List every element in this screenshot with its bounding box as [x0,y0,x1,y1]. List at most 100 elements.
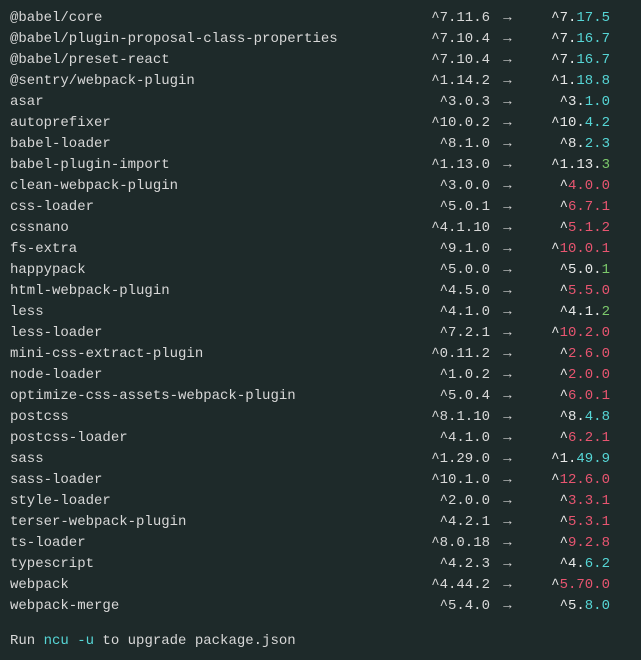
package-row: optimize-css-assets-webpack-plugin^5.0.4… [10,386,631,407]
package-name: mini-css-extract-plugin [10,344,405,365]
new-version-prefix: ^ [560,367,568,383]
new-version-suffix: 8.0 [585,598,610,614]
new-version-suffix: 17.5 [576,10,610,26]
package-row: less^4.1.0→^4.1.2 [10,302,631,323]
footer-cmd: ncu -u [44,633,94,649]
new-version-prefix: ^8. [560,136,585,152]
current-version: ^5.4.0 [405,596,490,617]
arrow-icon: → [490,470,525,491]
new-version: ^3.3.1 [525,491,610,512]
arrow-icon: → [490,281,525,302]
package-name: @sentry/webpack-plugin [10,71,405,92]
package-row: mini-css-extract-plugin^0.11.2→^2.6.0 [10,344,631,365]
package-name: typescript [10,554,405,575]
new-version-suffix: 16.7 [576,31,610,47]
package-name: postcss-loader [10,428,405,449]
new-version-prefix: ^7. [551,52,576,68]
current-version: ^10.1.0 [405,470,490,491]
package-row: babel-loader^8.1.0→^8.2.3 [10,134,631,155]
package-row: postcss-loader^4.1.0→^6.2.1 [10,428,631,449]
new-version: ^7.17.5 [525,8,610,29]
package-row: asar^3.0.3→^3.1.0 [10,92,631,113]
new-version-suffix: 6.2.1 [568,430,610,446]
new-version-suffix: 2.3 [585,136,610,152]
package-row: ts-loader^8.0.18→^9.2.8 [10,533,631,554]
arrow-icon: → [490,554,525,575]
new-version: ^6.2.1 [525,428,610,449]
package-row: css-loader^5.0.1→^6.7.1 [10,197,631,218]
new-version-suffix: 2.0.0 [568,367,610,383]
arrow-icon: → [490,29,525,50]
footer-pre: Run [10,633,44,649]
new-version-prefix: ^ [560,178,568,194]
package-row: terser-webpack-plugin^4.2.1→^5.3.1 [10,512,631,533]
new-version-suffix: 2.6.0 [568,346,610,362]
package-name: autoprefixer [10,113,405,134]
current-version: ^4.44.2 [405,575,490,596]
package-name: fs-extra [10,239,405,260]
new-version: ^8.2.3 [525,134,610,155]
new-version-suffix: 5.70.0 [560,577,610,593]
new-version-prefix: ^7. [551,31,576,47]
package-row: webpack^4.44.2→^5.70.0 [10,575,631,596]
arrow-icon: → [490,176,525,197]
new-version-suffix: 1 [602,262,610,278]
arrow-icon: → [490,218,525,239]
new-version: ^10.2.0 [525,323,610,344]
new-version: ^7.16.7 [525,29,610,50]
arrow-icon: → [490,71,525,92]
arrow-icon: → [490,533,525,554]
new-version: ^3.1.0 [525,92,610,113]
package-name: cssnano [10,218,405,239]
package-name: node-loader [10,365,405,386]
current-version: ^1.13.0 [405,155,490,176]
new-version-prefix: ^7. [551,10,576,26]
new-version-suffix: 5.3.1 [568,514,610,530]
new-version-suffix: 9.2.8 [568,535,610,551]
new-version-suffix: 49.9 [576,451,610,467]
current-version: ^4.5.0 [405,281,490,302]
new-version-suffix: 10.0.1 [560,241,610,257]
package-name: ts-loader [10,533,405,554]
new-version-prefix: ^ [560,346,568,362]
new-version-prefix: ^ [560,283,568,299]
package-row: cssnano^4.1.10→^5.1.2 [10,218,631,239]
package-name: style-loader [10,491,405,512]
new-version-prefix: ^ [551,472,559,488]
new-version: ^1.13.3 [525,155,610,176]
package-row: babel-plugin-import^1.13.0→^1.13.3 [10,155,631,176]
new-version-prefix: ^4. [560,556,585,572]
arrow-icon: → [490,386,525,407]
current-version: ^7.11.6 [405,8,490,29]
new-version-prefix: ^8. [560,409,585,425]
new-version-prefix: ^ [551,325,559,341]
arrow-icon: → [490,575,525,596]
current-version: ^0.11.2 [405,344,490,365]
new-version: ^10.4.2 [525,113,610,134]
current-version: ^3.0.3 [405,92,490,113]
new-version: ^4.1.2 [525,302,610,323]
package-row: less-loader^7.2.1→^10.2.0 [10,323,631,344]
new-version-suffix: 5.5.0 [568,283,610,299]
package-row: sass-loader^10.1.0→^12.6.0 [10,470,631,491]
new-version: ^5.3.1 [525,512,610,533]
package-name: css-loader [10,197,405,218]
current-version: ^4.2.1 [405,512,490,533]
package-row: fs-extra^9.1.0→^10.0.1 [10,239,631,260]
package-name: html-webpack-plugin [10,281,405,302]
package-name: babel-loader [10,134,405,155]
new-version-prefix: ^5. [560,598,585,614]
package-row: clean-webpack-plugin^3.0.0→^4.0.0 [10,176,631,197]
current-version: ^9.1.0 [405,239,490,260]
new-version-suffix: 4.0.0 [568,178,610,194]
package-name: postcss [10,407,405,428]
package-name: sass [10,449,405,470]
new-version-suffix: 18.8 [576,73,610,89]
new-version: ^10.0.1 [525,239,610,260]
new-version-suffix: 10.2.0 [560,325,610,341]
new-version: ^6.0.1 [525,386,610,407]
arrow-icon: → [490,113,525,134]
package-name: less-loader [10,323,405,344]
package-row: node-loader^1.0.2→^2.0.0 [10,365,631,386]
new-version: ^5.70.0 [525,575,610,596]
